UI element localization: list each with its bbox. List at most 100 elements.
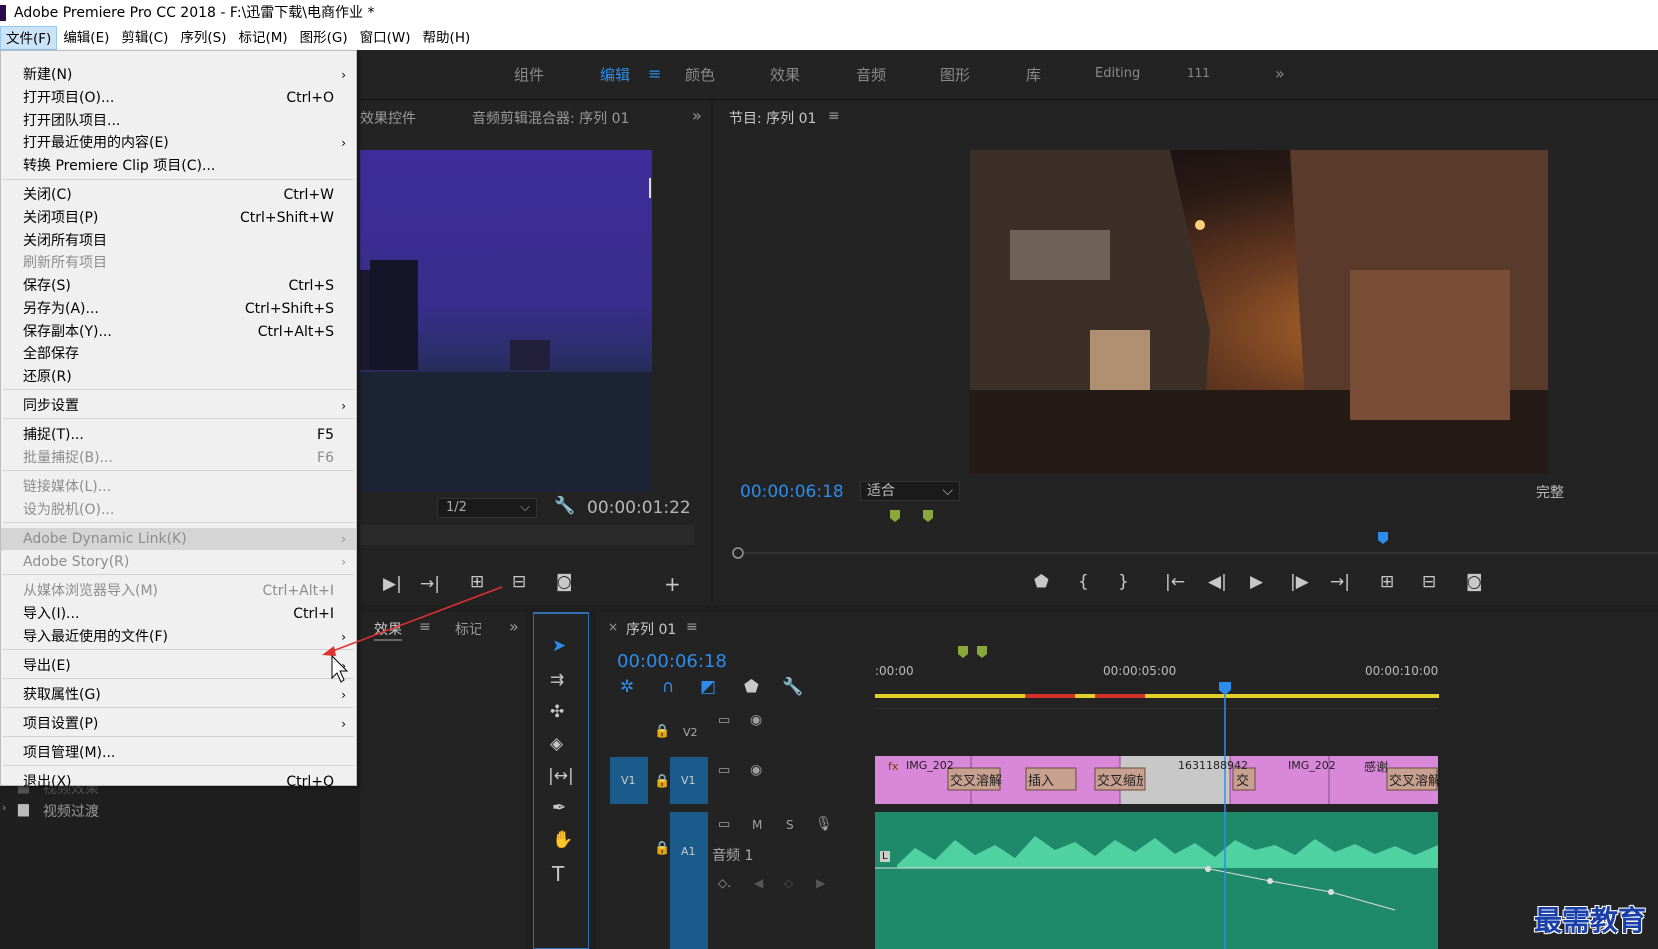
source-zoom-select[interactable]: 1/2 ⌵ <box>437 498 537 518</box>
file-menu-item[interactable]: 还原(R) <box>1 366 356 388</box>
workspace-libraries[interactable]: 库 <box>1026 64 1041 85</box>
chevron-right-icon[interactable]: › <box>2 801 6 814</box>
add-button-icon[interactable]: + <box>664 572 681 596</box>
file-menu-item[interactable]: 项目设置(P) › <box>1 713 356 735</box>
clip-label-img2[interactable]: IMG_202 <box>1288 759 1336 772</box>
source-time-ruler[interactable] <box>360 525 694 545</box>
file-menu-item[interactable]: 全部保存 <box>1 343 356 365</box>
more-panels-icon[interactable]: » <box>692 106 702 125</box>
tab-audio-clip-mixer[interactable]: 音频剪辑混合器: 序列 01 <box>472 108 629 128</box>
file-menu-item[interactable]: 打开最近使用的内容(E) › <box>1 132 356 154</box>
camera-icon[interactable]: ◙ <box>556 572 573 592</box>
close-sequence-icon[interactable]: × <box>608 620 618 634</box>
microphone-icon[interactable]: 🎙 <box>815 816 833 832</box>
file-menu-item[interactable]: 保存副本(Y)... Ctrl+Alt+S <box>1 321 356 343</box>
clip-label-img1[interactable]: IMG_202 <box>906 759 954 772</box>
lock-icon-v1[interactable]: 🔒 <box>654 774 670 789</box>
toggle-sync-icon-a1[interactable]: ▭ <box>718 817 730 832</box>
eye-icon-v1[interactable]: ◉ <box>750 762 762 778</box>
panel-menu-icon[interactable]: ≡ <box>828 108 840 124</box>
mute-button[interactable]: M <box>752 818 762 832</box>
lock-icon-v2[interactable]: 🔒 <box>654 724 670 739</box>
file-menu-item[interactable]: 新建(N) › <box>1 64 356 86</box>
menu-marker[interactable]: 标记(M) <box>232 26 293 50</box>
razor-tool-icon[interactable]: ◈ <box>550 734 563 754</box>
workspace-editing-custom[interactable]: Editing <box>1095 66 1140 81</box>
menu-window[interactable]: 窗口(W) <box>354 26 417 50</box>
hand-tool-icon[interactable]: ✋ <box>552 830 573 850</box>
file-menu-item[interactable]: 导出(E) › <box>1 655 356 677</box>
more-workspaces-icon[interactable]: » <box>1275 64 1285 83</box>
file-menu-item[interactable]: 导入最近使用的文件(F) › <box>1 626 356 648</box>
overwrite-icon[interactable]: ⊟ <box>512 572 526 592</box>
file-menu-item[interactable]: 关闭(C) Ctrl+W <box>1 184 356 206</box>
play-icon[interactable]: ▶ <box>1250 572 1263 592</box>
solo-button[interactable]: S <box>786 818 794 832</box>
toggle-sync-icon-v1[interactable]: ▭ <box>718 763 730 778</box>
clip-label-thanks[interactable]: 感谢 <box>1364 758 1388 775</box>
file-menu-item[interactable]: 保存(S) Ctrl+S <box>1 275 356 297</box>
lift-icon[interactable]: ⊞ <box>1380 572 1394 592</box>
workspace-assembly[interactable]: 组件 <box>514 64 544 85</box>
source-patch-v1[interactable]: V1 <box>610 757 648 804</box>
file-menu-item[interactable]: 转换 Premiere Clip 项目(C)... <box>1 155 356 177</box>
extract-icon[interactable]: ⊟ <box>1422 572 1436 592</box>
workspace-111[interactable]: 111 <box>1187 66 1210 80</box>
prev-keyframe-icon[interactable]: ◀ <box>754 876 763 890</box>
workspace-audio[interactable]: 音频 <box>856 64 886 85</box>
file-menu-item[interactable]: 关闭所有项目 <box>1 230 356 252</box>
file-menu-item[interactable]: 捕捉(T)... F5 <box>1 424 356 446</box>
pen-tool-icon[interactable]: ✒ <box>552 798 566 818</box>
track-a1-label[interactable]: A1 <box>670 812 708 949</box>
menu-help[interactable]: 帮助(H) <box>417 26 477 50</box>
wrench-icon[interactable]: 🔧 <box>554 496 575 516</box>
nest-icon[interactable]: ✲ <box>620 677 634 697</box>
export-frame-icon[interactable]: ◙ <box>1466 572 1483 592</box>
track-select-tool-icon[interactable]: ⇉ <box>550 670 564 690</box>
go-to-in-icon[interactable]: |← <box>1165 572 1185 592</box>
step-forward-program-icon[interactable]: |▶ <box>1290 572 1309 592</box>
more-tabs-icon[interactable]: » <box>509 617 519 636</box>
transition-short[interactable]: 交 <box>1236 770 1249 789</box>
folder-video-transitions[interactable]: › ▆ 视频过渡 <box>0 801 200 821</box>
file-menu-item[interactable]: 关闭项目(P) Ctrl+Shift+W <box>1 207 356 229</box>
lock-icon-a1[interactable]: 🔒 <box>654 841 670 856</box>
type-tool-icon[interactable]: T <box>552 862 564 886</box>
slip-tool-icon[interactable]: |↔| <box>548 766 574 786</box>
file-menu-item[interactable]: 打开项目(O)... Ctrl+O <box>1 87 356 109</box>
add-marker-timeline-icon[interactable]: ⬟ <box>744 677 759 697</box>
workspace-menu-icon[interactable]: ≡ <box>648 64 661 83</box>
transition-cross-zoom[interactable]: 交叉缩放 <box>1097 770 1143 789</box>
menu-graphics[interactable]: 图形(G) <box>294 26 354 50</box>
mark-in-icon[interactable]: { <box>1078 572 1089 592</box>
linked-selection-icon[interactable]: ◩ <box>700 677 716 697</box>
tab-sequence-01[interactable]: 序列 01 <box>626 619 676 639</box>
menu-file[interactable]: 文件(F) <box>0 26 58 50</box>
file-menu-item[interactable]: 获取属性(G) › <box>1 684 356 706</box>
workspace-graphics[interactable]: 图形 <box>940 64 970 85</box>
track-v1-label[interactable]: V1 <box>670 757 708 804</box>
file-menu-item[interactable]: 退出(X) Ctrl+Q <box>1 771 356 793</box>
timeline-settings-icon[interactable]: 🔧 <box>782 677 803 697</box>
file-menu-item[interactable]: 打开团队项目... <box>1 110 356 132</box>
menu-sequence[interactable]: 序列(S) <box>174 26 232 50</box>
transition-cross-dissolve-2[interactable]: 交叉溶解 <box>1389 770 1441 789</box>
toggle-sync-icon-v2[interactable]: ▭ <box>718 713 730 728</box>
transition-insert[interactable]: 插入 <box>1028 770 1054 789</box>
menu-clip[interactable]: 剪辑(C) <box>115 26 174 50</box>
selection-tool-icon[interactable]: ➤ <box>552 636 566 656</box>
eye-icon-v2[interactable]: ◉ <box>750 712 762 728</box>
go-to-out-program-icon[interactable]: →| <box>1330 572 1350 592</box>
workspace-color[interactable]: 颜色 <box>685 64 715 85</box>
step-back-icon[interactable]: ◀| <box>1208 572 1227 592</box>
mark-out-icon[interactable]: } <box>1118 572 1129 592</box>
add-marker-icon[interactable]: ⬟ <box>1034 572 1049 592</box>
ripple-edit-tool-icon[interactable]: ✣ <box>550 702 564 722</box>
add-keyframe-icon[interactable]: ◇ <box>784 876 793 890</box>
tab-effect-controls[interactable]: 效果控件 <box>360 108 416 128</box>
file-menu-item[interactable]: 另存为(A)... Ctrl+Shift+S <box>1 298 356 320</box>
workspace-effects[interactable]: 效果 <box>770 64 800 85</box>
snap-magnet-icon[interactable]: ∩ <box>662 677 674 697</box>
file-menu-item[interactable]: 项目管理(M)... <box>1 742 356 764</box>
program-time-ruler[interactable] <box>730 505 1658 565</box>
